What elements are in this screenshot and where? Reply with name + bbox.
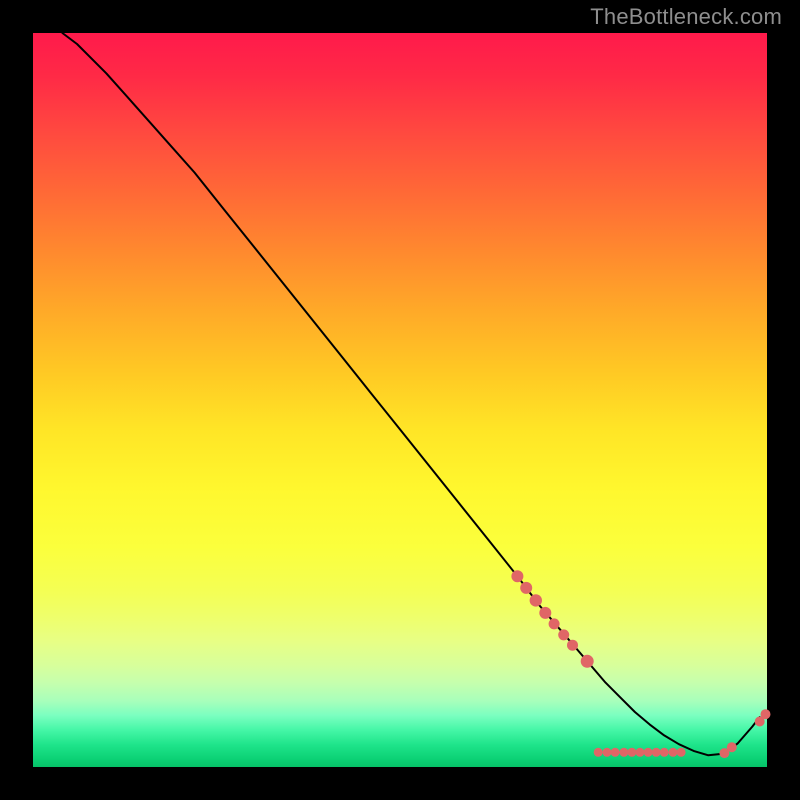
chart-container: TheBottleneck.com	[0, 0, 800, 800]
marker-point	[627, 748, 636, 757]
marker-point	[511, 570, 523, 582]
marker-point	[549, 618, 560, 629]
marker-point	[669, 748, 678, 757]
marker-point	[644, 748, 653, 757]
marker-point	[520, 582, 532, 594]
marker-point	[619, 748, 628, 757]
marker-point	[603, 748, 612, 757]
marker-point	[761, 709, 771, 719]
marker-point	[558, 629, 569, 640]
watermark-text: TheBottleneck.com	[590, 4, 782, 30]
marker-point	[594, 748, 603, 757]
marker-point	[677, 748, 686, 757]
marker-point	[567, 640, 578, 651]
marker-point	[636, 748, 645, 757]
curve-markers	[511, 570, 770, 758]
marker-point	[539, 607, 551, 619]
marker-point	[660, 748, 669, 757]
plot-area	[33, 33, 767, 767]
marker-point	[727, 742, 737, 752]
marker-point	[581, 655, 594, 668]
marker-point	[611, 748, 620, 757]
marker-point	[652, 748, 661, 757]
curve-line	[62, 33, 759, 755]
marker-point	[530, 594, 542, 606]
chart-svg	[33, 33, 767, 767]
